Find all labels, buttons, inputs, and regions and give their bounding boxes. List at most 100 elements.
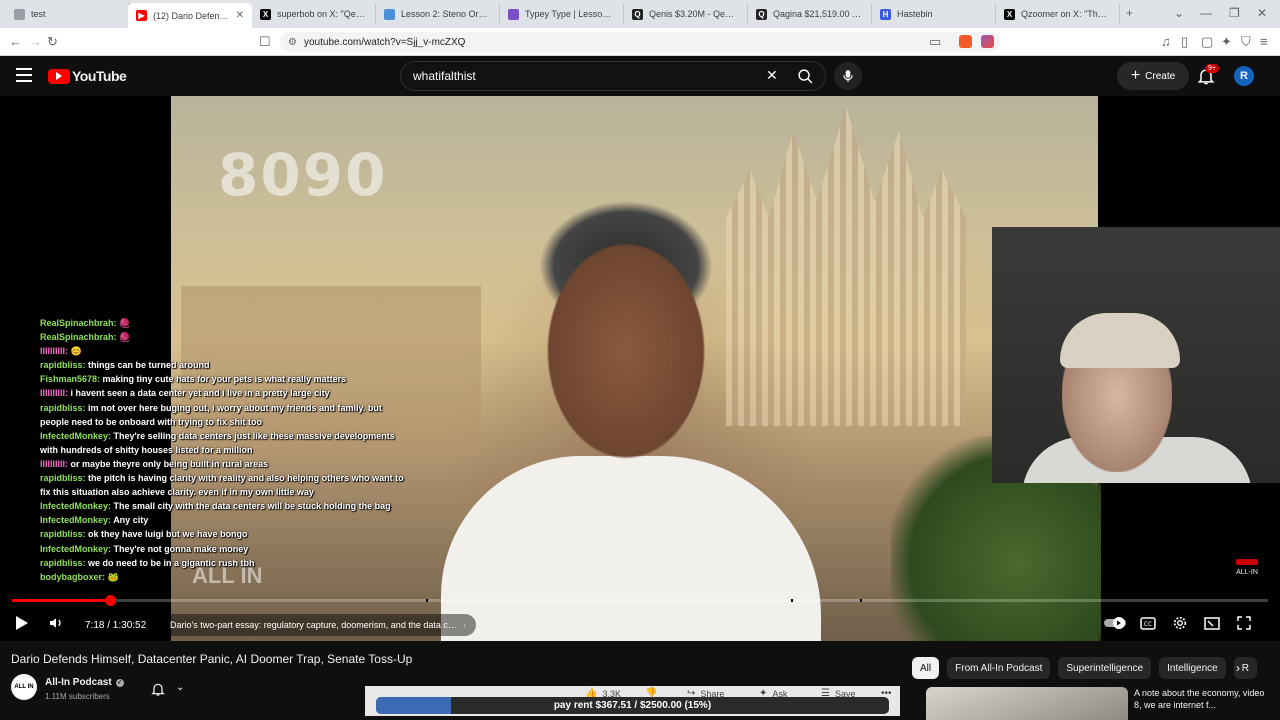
chat-message: rapidbliss: things can be turned around bbox=[40, 358, 410, 372]
media-controls-icon[interactable]: ♫ bbox=[1161, 34, 1171, 49]
search-icon bbox=[797, 68, 812, 83]
minimize-window-button[interactable]: — bbox=[1200, 6, 1212, 20]
brave-shield-icon[interactable] bbox=[959, 35, 972, 48]
browser-tab[interactable]: ▶ (12) Dario Defends H ✕ bbox=[128, 3, 252, 28]
filter-chip[interactable]: From All-In Podcast bbox=[947, 657, 1051, 679]
vpn-icon[interactable]: ⛉ bbox=[1241, 34, 1251, 50]
leo-ai-icon[interactable]: ✦ bbox=[1221, 34, 1232, 50]
filter-chip[interactable]: Superintelligence bbox=[1058, 657, 1152, 679]
filter-chip[interactable]: All bbox=[912, 657, 940, 679]
browser-tab[interactable]: Lesson 2: Steno Order - L bbox=[376, 3, 500, 25]
svg-text:CC: CC bbox=[1144, 621, 1152, 628]
wallet-icon[interactable]: ▢ bbox=[1201, 34, 1213, 50]
chat-message: rapidbliss: im not over here buging out,… bbox=[40, 401, 410, 429]
chat-username: bodybagboxer: bbox=[40, 571, 106, 582]
close-window-button[interactable]: ✕ bbox=[1257, 6, 1267, 20]
voice-search-button[interactable] bbox=[834, 62, 862, 90]
new-tab-button[interactable]: + bbox=[1126, 6, 1133, 20]
progress-bar[interactable] bbox=[12, 595, 1268, 606]
hamburger-menu-icon[interactable] bbox=[16, 68, 32, 82]
back-button[interactable]: ← bbox=[9, 34, 22, 49]
address-bar[interactable]: ⚙ youtube.com/watch?v=Sjj_v-mcZXQ bbox=[280, 32, 1000, 52]
chat-message: InfectedMonkey: The small city with the … bbox=[40, 499, 410, 513]
restore-window-button[interactable]: ❐ bbox=[1229, 6, 1240, 20]
channel-avatar[interactable]: ALL IN bbox=[11, 674, 37, 700]
chat-message: llllllllll: 😊 bbox=[40, 344, 410, 358]
recommended-video-thumbnail[interactable] bbox=[926, 687, 1128, 720]
youtube-logo[interactable]: YouTube bbox=[48, 68, 127, 84]
gear-icon bbox=[1173, 616, 1187, 630]
subscribe-watermark[interactable]: ALL-IN bbox=[1236, 559, 1258, 576]
filter-chip[interactable]: Intelligence bbox=[1159, 657, 1226, 679]
tab-title: Hastebin bbox=[897, 9, 933, 19]
tab-title: Qenis $3.20M - Qenis / S bbox=[649, 9, 739, 19]
browser-tab[interactable]: test bbox=[6, 3, 130, 25]
action-bar: 👍 3.3K 👎 ↪ Share ✦ Ask ☰ Save ••• pay rent $… bbox=[365, 686, 900, 716]
site-info-icon[interactable]: ⚙ bbox=[288, 37, 297, 48]
chapter-button[interactable]: Dario's two-part essay: regulatory captu… bbox=[160, 614, 476, 636]
volume-button[interactable] bbox=[46, 612, 66, 634]
subscription-chevron-icon[interactable]: ⌄ bbox=[176, 682, 184, 693]
progress-scrubber[interactable] bbox=[104, 595, 116, 606]
chat-username: llllllllll: bbox=[40, 388, 69, 399]
tab-search-chevron-icon[interactable]: ⌄ bbox=[1174, 6, 1184, 20]
create-label: Create bbox=[1145, 70, 1176, 82]
reload-button[interactable]: ↻ bbox=[47, 34, 58, 50]
chat-username: InfectedMonkey: bbox=[40, 543, 112, 554]
chat-message: InfectedMonkey: They're selling data cen… bbox=[40, 429, 410, 457]
autoplay-toggle[interactable] bbox=[1104, 612, 1126, 634]
chat-username: InfectedMonkey: bbox=[40, 430, 112, 441]
typey-icon bbox=[508, 8, 519, 20]
forward-button[interactable]: → bbox=[29, 34, 42, 49]
close-tab-icon[interactable]: ✕ bbox=[236, 10, 244, 21]
chat-username: InfectedMonkey: bbox=[40, 501, 112, 512]
browser-tab[interactable]: Q Qagina $21,519.00 - Qag bbox=[748, 3, 872, 25]
browser-tab[interactable]: Typey Type | Lesson: One bbox=[500, 3, 624, 25]
url-text: youtube.com/watch?v=Sjj_v-mcZXQ bbox=[304, 36, 466, 48]
rewards-icon[interactable] bbox=[981, 35, 994, 48]
cast-icon[interactable]: ▭ bbox=[929, 34, 941, 50]
browser-tab[interactable]: H Hastebin bbox=[872, 3, 996, 25]
settings-button[interactable] bbox=[1171, 612, 1189, 634]
browser-tab[interactable]: Xsuperbob on X: "Qenis ha bbox=[252, 3, 376, 25]
youtube-icon: ▶ bbox=[136, 10, 147, 21]
chat-message: RealSpinachbrah: 🧶 bbox=[40, 330, 410, 344]
x-icon: X bbox=[1004, 8, 1015, 20]
browser-tab[interactable]: X Qzoomer on X: "The take bbox=[996, 3, 1120, 25]
chat-text: 😊 bbox=[70, 346, 82, 357]
tab-title: superbob on X: "Qenis ha bbox=[277, 9, 367, 19]
channel-name[interactable]: All-In Podcast ✓ bbox=[45, 677, 124, 688]
chat-username: rapidbliss: bbox=[40, 557, 86, 568]
search-input[interactable]: whatifalthist bbox=[400, 61, 826, 91]
miniplayer-button[interactable] bbox=[1203, 612, 1221, 634]
plus-icon: + bbox=[1130, 67, 1141, 84]
chapter-divider bbox=[426, 599, 429, 602]
chat-text: 🐸 bbox=[107, 571, 119, 582]
subtitles-button[interactable]: CC bbox=[1139, 612, 1157, 634]
chat-username: llllllllll: bbox=[40, 458, 69, 469]
globe-icon bbox=[14, 8, 25, 20]
play-button[interactable] bbox=[12, 612, 32, 634]
chat-username: rapidbliss: bbox=[40, 360, 86, 371]
hastebin-icon: H bbox=[880, 8, 891, 20]
subscription-bell-icon[interactable] bbox=[150, 681, 166, 697]
browser-menu-icon[interactable]: ≡ bbox=[1260, 34, 1268, 49]
recommended-video-title[interactable]: A note about the economy, video 8, we ar… bbox=[1134, 687, 1274, 720]
account-avatar[interactable]: R bbox=[1234, 66, 1254, 86]
clear-search-icon[interactable]: ✕ bbox=[766, 67, 778, 84]
host-figure bbox=[506, 181, 746, 641]
chips-next-arrow-icon[interactable]: › bbox=[1236, 661, 1240, 675]
bookmark-icon[interactable]: ☐ bbox=[259, 34, 271, 50]
progress-played bbox=[12, 599, 110, 602]
browser-tab[interactable]: Q Qenis $3.20M - Qenis / S bbox=[624, 3, 748, 25]
chat-message: InfectedMonkey: They're not gonna make m… bbox=[40, 542, 410, 556]
video-player[interactable]: 8090 RealSpinachbrah: 🧶 RealSpinachbrah: … bbox=[0, 96, 1280, 641]
sidebar-toggle-icon[interactable]: ▯ bbox=[1181, 34, 1188, 50]
search-button[interactable] bbox=[790, 62, 820, 90]
streamer-webcam bbox=[992, 227, 1280, 483]
create-button[interactable]: + Create bbox=[1117, 62, 1189, 90]
fullscreen-button[interactable] bbox=[1235, 612, 1253, 634]
webcam-cap bbox=[1060, 313, 1180, 368]
verified-check-icon: ✓ bbox=[115, 678, 124, 687]
qenis-icon: Q bbox=[632, 8, 643, 20]
